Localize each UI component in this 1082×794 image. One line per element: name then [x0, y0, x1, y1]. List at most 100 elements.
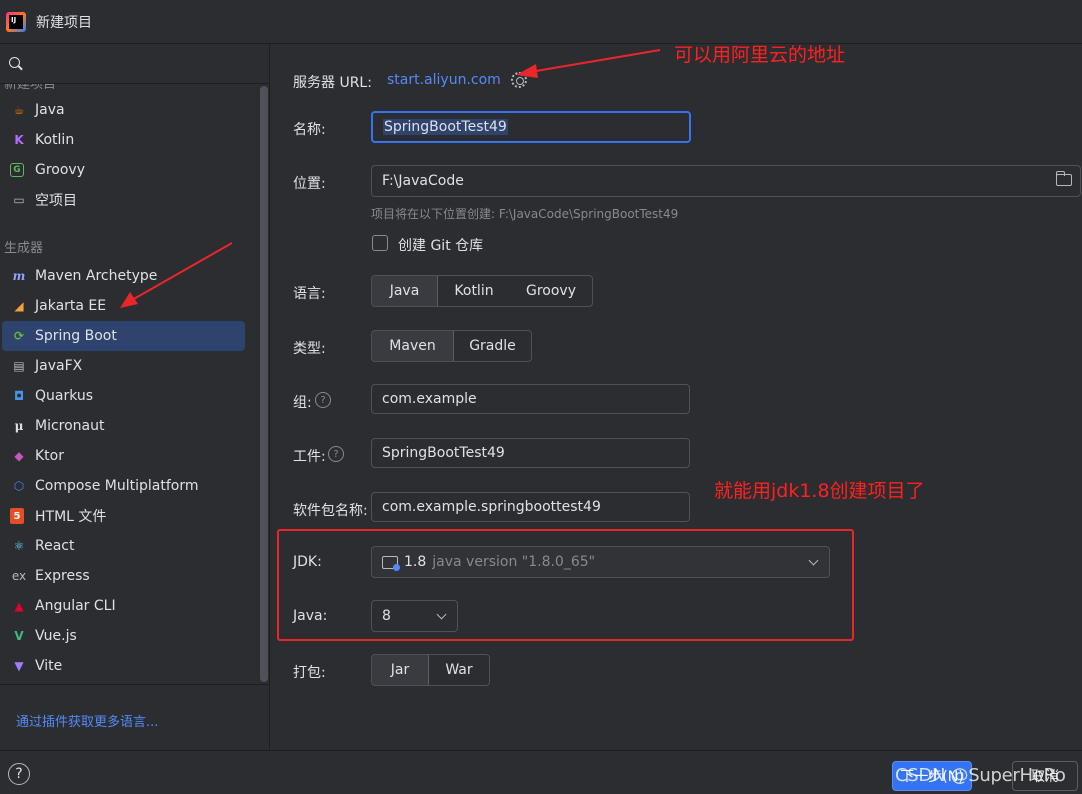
sidebar-item-react[interactable]: ⚛ React: [2, 531, 245, 561]
sidebar-item-label: Compose Multiplatform: [35, 478, 199, 494]
maven-icon: m: [12, 269, 26, 283]
packaging-option-jar[interactable]: Jar: [372, 655, 429, 685]
spring-boot-icon: ⟳: [13, 329, 25, 343]
language-option-groovy[interactable]: Groovy: [510, 276, 592, 306]
sidebar-search[interactable]: [0, 44, 269, 84]
annotation-highlight-box: [277, 529, 854, 641]
csdn-watermark: CSDN @SuperHeRo: [895, 765, 1066, 786]
sidebar-item-javafx[interactable]: ▤ JavaFX: [2, 351, 245, 381]
compose-icon: ⬡: [13, 479, 25, 493]
package-name-field-value: com.example.springboottest49: [382, 499, 601, 515]
sidebar-footer: 通过插件获取更多语言...: [0, 684, 270, 750]
empty-project-icon: ▭: [13, 193, 25, 207]
name-field[interactable]: SpringBootTest49: [371, 111, 691, 143]
sidebar-item-label: Jakarta EE: [35, 298, 107, 314]
sidebar-item-label: Angular CLI: [35, 598, 116, 614]
packaging-segmented-control: Jar War: [371, 654, 490, 686]
packaging-label: 打包:: [293, 665, 326, 681]
group-label: 组:: [293, 395, 312, 411]
sidebar-item-spring-boot[interactable]: ⟳ Spring Boot: [2, 321, 245, 351]
sidebar-item-ktor[interactable]: ◆ Ktor: [2, 441, 245, 471]
jakarta-icon: ◢: [14, 299, 24, 313]
sidebar-item-jakarta-ee[interactable]: ◢ Jakarta EE: [2, 291, 245, 321]
sidebar-item-empty-project[interactable]: ▭ 空项目: [2, 185, 245, 215]
gear-icon[interactable]: [511, 72, 527, 88]
type-option-gradle[interactable]: Gradle: [454, 331, 531, 361]
sidebar-item-label: Kotlin: [35, 132, 75, 148]
folder-icon[interactable]: [1055, 171, 1072, 186]
get-more-languages-link[interactable]: 通过插件获取更多语言...: [16, 711, 158, 730]
location-field[interactable]: F:\JavaCode: [371, 165, 1081, 197]
sidebar-item-angular-cli[interactable]: ▲ Angular CLI: [2, 591, 245, 621]
language-segmented-control: Java Kotlin Groovy: [371, 275, 593, 307]
sidebar-item-label: JavaFX: [35, 358, 83, 374]
title-bar: IJ 新建项目: [0, 0, 1082, 44]
type-label: 类型:: [293, 341, 326, 357]
annotation-jdk-note: 就能用jdk1.8创建项目了: [714, 480, 925, 502]
package-name-label: 软件包名称:: [293, 503, 368, 519]
html-icon: 5: [10, 508, 24, 524]
sidebar: 新建项目 ☕ Java K Kotlin G Groovy ▭ 空项目 生成器 …: [0, 44, 270, 750]
help-button[interactable]: ?: [8, 763, 30, 785]
name-label: 名称:: [293, 122, 326, 138]
packaging-option-war[interactable]: War: [429, 655, 489, 685]
group-field-value: com.example: [382, 391, 477, 407]
sidebar-item-label: React: [35, 538, 75, 554]
group-field[interactable]: com.example: [371, 384, 690, 414]
artifact-label: 工件:: [293, 449, 326, 465]
group-help-icon[interactable]: ?: [315, 392, 331, 408]
sidebar-item-groovy[interactable]: G Groovy: [2, 155, 245, 185]
artifact-help-icon[interactable]: ?: [328, 446, 344, 462]
sidebar-scrollbar-thumb[interactable]: [260, 86, 268, 682]
artifact-field[interactable]: SpringBootTest49: [371, 438, 690, 468]
search-icon[interactable]: [8, 56, 24, 72]
location-field-value: F:\JavaCode: [382, 173, 464, 189]
react-icon: ⚛: [13, 539, 25, 553]
express-icon: ex: [11, 569, 27, 583]
server-url-link[interactable]: start.aliyun.com: [387, 72, 501, 88]
type-segmented-control: Maven Gradle: [371, 330, 532, 362]
server-url-label: 服务器 URL:: [293, 75, 372, 91]
sidebar-item-compose-multiplatform[interactable]: ⬡ Compose Multiplatform: [2, 471, 245, 501]
window-title: 新建项目: [36, 14, 92, 31]
location-hint: 项目将在以下位置创建: F:\JavaCode\SpringBootTest49: [371, 207, 679, 221]
sidebar-item-maven-archetype[interactable]: m Maven Archetype: [2, 261, 245, 291]
sidebar-item-label: Ktor: [35, 448, 64, 464]
groovy-icon: G: [10, 163, 24, 177]
sidebar-item-label: 空项目: [35, 193, 77, 209]
sidebar-item-label: Quarkus: [35, 388, 94, 404]
sidebar-item-micronaut[interactable]: μ Micronaut: [2, 411, 245, 441]
language-option-kotlin[interactable]: Kotlin: [438, 276, 510, 306]
sidebar-item-html-file[interactable]: 5 HTML 文件: [2, 501, 245, 531]
sidebar-item-label: Express: [35, 568, 90, 584]
sidebar-item-label: Vue.js: [35, 628, 77, 644]
type-option-maven[interactable]: Maven: [372, 331, 454, 361]
intellij-logo-icon: IJ: [6, 11, 26, 32]
sidebar-item-label: HTML 文件: [35, 509, 107, 525]
sidebar-item-kotlin[interactable]: K Kotlin: [2, 125, 245, 155]
create-git-checkbox[interactable]: [372, 235, 388, 251]
vite-icon: ▼: [14, 659, 24, 673]
name-field-value: SpringBootTest49: [383, 119, 508, 135]
language-option-java[interactable]: Java: [372, 276, 438, 306]
annotation-aliyun-note: 可以用阿里云的地址: [674, 44, 846, 66]
vue-icon: V: [14, 629, 24, 643]
sidebar-item-quarkus[interactable]: ◘ Quarkus: [2, 381, 245, 411]
location-label: 位置:: [293, 176, 326, 192]
group-label-generators: 生成器: [4, 241, 44, 256]
angular-icon: ▲: [14, 599, 24, 613]
sidebar-item-java[interactable]: ☕ Java: [2, 95, 245, 125]
package-name-field[interactable]: com.example.springboottest49: [371, 492, 690, 522]
micronaut-icon: μ: [14, 419, 24, 433]
dialog-footer: ? 下一步(N) 取消 CSDN @SuperHeRo: [0, 750, 1082, 794]
java-icon: ☕: [13, 103, 25, 117]
quarkus-icon: ◘: [13, 389, 25, 403]
sidebar-item-vite[interactable]: ▼ Vite: [2, 651, 245, 681]
sidebar-item-vuejs[interactable]: V Vue.js: [2, 621, 245, 651]
group-label-new-project: 新建项目: [4, 84, 57, 92]
sidebar-item-express[interactable]: ex Express: [2, 561, 245, 591]
create-git-label: 创建 Git 仓库: [398, 238, 484, 254]
ktor-icon: ◆: [14, 449, 24, 463]
javafx-icon: ▤: [13, 359, 25, 373]
sidebar-item-label: Groovy: [35, 162, 85, 178]
